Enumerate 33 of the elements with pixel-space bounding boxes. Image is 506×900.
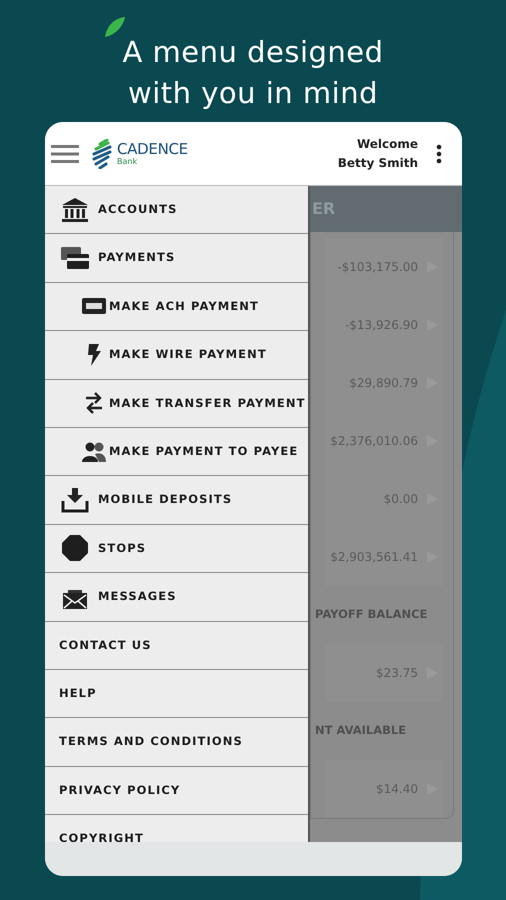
welcome-text: Welcome bbox=[356, 136, 418, 152]
menu-item[interactable]: MESSAGES bbox=[45, 573, 308, 622]
menu-item[interactable]: MAKE PAYMENT TO PAYEE bbox=[45, 428, 308, 476]
menu-item[interactable]: STOPS bbox=[45, 524, 308, 574]
people-icon bbox=[80, 440, 106, 463]
menu-item[interactable]: MAKE TRANSFER PAYMENT bbox=[45, 380, 308, 428]
menu-item[interactable]: MAKE WIRE PAYMENT bbox=[45, 331, 308, 380]
menu-item[interactable]: MAKE ACH PAYMENT bbox=[45, 282, 308, 332]
user-name: Betty Smith bbox=[338, 154, 418, 172]
menu-item[interactable]: ACCOUNTS bbox=[45, 186, 308, 234]
stop-octagon-icon bbox=[60, 534, 88, 562]
section-label: NT AVAILABLE bbox=[314, 722, 408, 740]
transfer-arrows-icon bbox=[84, 390, 104, 416]
section-label: PAYOFF BALANCE bbox=[314, 606, 428, 624]
menu-item[interactable]: PRIVACY POLICY bbox=[45, 766, 308, 816]
leaf-icon bbox=[103, 15, 127, 39]
more-options-icon[interactable] bbox=[436, 144, 442, 164]
menu-item[interactable]: MOBILE DEPOSITS bbox=[45, 476, 308, 525]
cards-icon bbox=[60, 246, 90, 270]
brand-subtitle: Bank bbox=[117, 156, 138, 166]
logo-icon bbox=[91, 138, 113, 168]
ach-card-icon bbox=[80, 297, 106, 316]
brand-name: CADENCE bbox=[117, 142, 188, 156]
menu-item[interactable]: CONTACT US bbox=[45, 622, 308, 670]
menu-item[interactable]: HELP bbox=[45, 670, 308, 718]
headline-text: with you in mind bbox=[127, 75, 379, 112]
menu-item[interactable]: PAYMENTS bbox=[45, 234, 308, 283]
lightning-icon bbox=[86, 342, 102, 367]
bank-icon bbox=[60, 196, 88, 223]
download-tray-icon bbox=[60, 487, 88, 514]
menu-item[interactable]: TERMS AND CONDITIONS bbox=[45, 718, 308, 767]
menu-icon[interactable] bbox=[51, 144, 79, 164]
headline-text: A menu designed bbox=[121, 34, 385, 71]
